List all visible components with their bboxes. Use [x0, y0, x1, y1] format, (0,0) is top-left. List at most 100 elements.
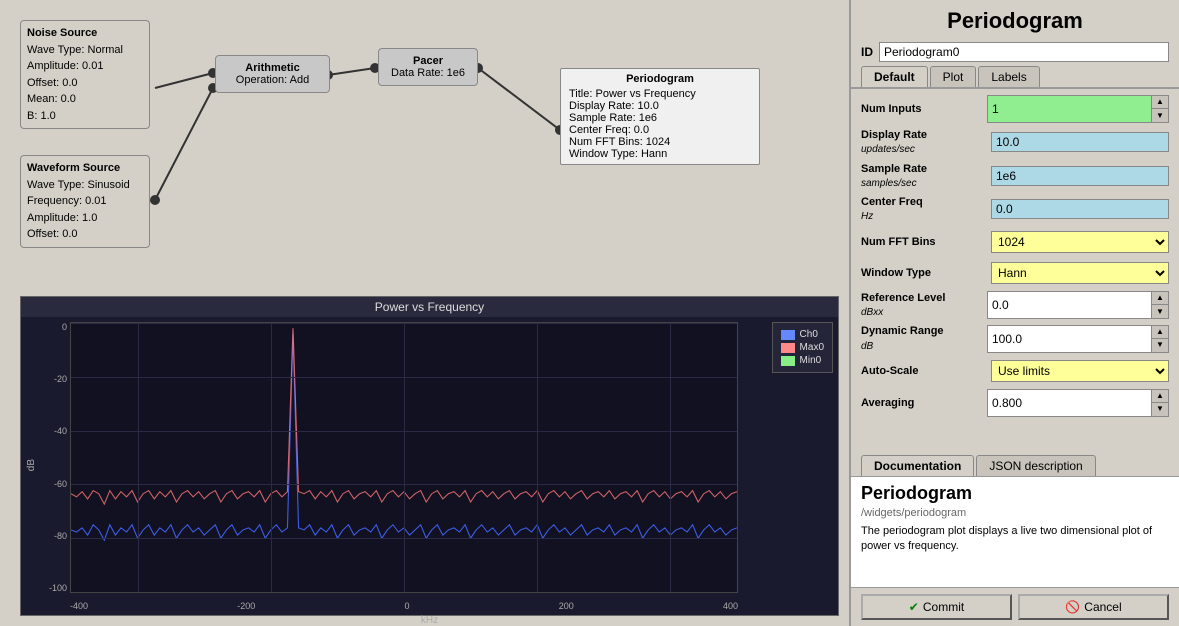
doc-tab-json[interactable]: JSON description: [976, 455, 1095, 476]
input-reference-level[interactable]: [988, 292, 1151, 318]
input-dynamic-range[interactable]: [988, 326, 1151, 352]
perio-line2: Display Rate: 10.0: [569, 100, 751, 112]
right-panel: Periodogram ID Default Plot Labels Num I…: [849, 0, 1179, 626]
arithmetic-op: Operation: Add: [226, 74, 319, 86]
prop-reference-level: Reference LeveldBxx ▲ ▼: [861, 291, 1169, 320]
chart-plot: [70, 322, 738, 593]
y-label-0: 0: [42, 322, 70, 332]
input-center-freq[interactable]: [991, 199, 1169, 219]
spin-down-ref-level[interactable]: ▼: [1152, 305, 1168, 318]
arithmetic-node[interactable]: Arithmetic Operation: Add: [215, 55, 330, 93]
noise-source-line2: Amplitude: 0.01: [27, 58, 143, 75]
bottom-buttons: ✔ Commit 🚫 Cancel: [851, 587, 1179, 626]
cancel-button[interactable]: 🚫 Cancel: [1018, 594, 1169, 620]
spin-down-num-inputs[interactable]: ▼: [1152, 109, 1168, 122]
label-sample-rate: Sample Ratesamples/sec: [861, 162, 991, 191]
waveform-line4: Offset: 0.0: [27, 226, 143, 243]
perio-line1: Title: Power vs Frequency: [569, 88, 751, 100]
spin-down-averaging[interactable]: ▼: [1152, 403, 1168, 416]
legend-ch0-color: [781, 330, 795, 340]
id-row: ID: [851, 40, 1179, 66]
doc-path: /widgets/periodogram: [861, 507, 1169, 519]
input-sample-rate[interactable]: [991, 166, 1169, 186]
waveform-source-node[interactable]: Waveform Source Wave Type: Sinusoid Freq…: [20, 155, 150, 248]
spinner-averaging[interactable]: ▲ ▼: [987, 389, 1169, 417]
prop-averaging: Averaging ▲ ▼: [861, 389, 1169, 417]
doc-tab-documentation[interactable]: Documentation: [861, 455, 974, 476]
legend-max0: Max0: [781, 342, 824, 353]
spin-up-averaging[interactable]: ▲: [1152, 390, 1168, 403]
label-num-inputs: Num Inputs: [861, 102, 987, 116]
legend-min0-label: Min0: [800, 355, 822, 366]
sublabel-center-freq: Hz: [861, 211, 873, 222]
y-label-80: -80: [42, 531, 70, 541]
periodogram-node-title: Periodogram: [569, 73, 751, 85]
waveform-line3: Amplitude: 1.0: [27, 210, 143, 227]
input-averaging[interactable]: [988, 390, 1151, 416]
x-label-200: 200: [559, 601, 574, 611]
spinner-reference-level[interactable]: ▲ ▼: [987, 291, 1169, 319]
input-num-inputs[interactable]: [988, 96, 1151, 122]
prop-auto-scale: Auto-Scale Use limits On Off: [861, 358, 1169, 384]
spin-up-dynamic-range[interactable]: ▲: [1152, 326, 1168, 339]
waveform-source-title: Waveform Source: [27, 160, 143, 177]
label-averaging: Averaging: [861, 396, 987, 410]
noise-source-line3: Offset: 0.0: [27, 75, 143, 92]
spin-up-num-inputs[interactable]: ▲: [1152, 96, 1168, 109]
x-label-0: 0: [404, 601, 409, 611]
chart-title: Power vs Frequency: [21, 297, 838, 317]
tab-default[interactable]: Default: [861, 66, 928, 87]
label-center-freq: Center FreqHz: [861, 195, 991, 224]
noise-source-line1: Wave Type: Normal: [27, 42, 143, 59]
legend-ch0-label: Ch0: [800, 329, 818, 340]
label-reference-level: Reference LeveldBxx: [861, 291, 987, 320]
id-input[interactable]: [879, 42, 1169, 62]
waveform-line1: Wave Type: Sinusoid: [27, 177, 143, 194]
perio-line3: Sample Rate: 1e6: [569, 112, 751, 124]
periodogram-node[interactable]: Periodogram Title: Power vs Frequency Di…: [560, 68, 760, 165]
tab-plot[interactable]: Plot: [930, 66, 977, 87]
noise-source-title: Noise Source: [27, 25, 143, 42]
spin-btns-averaging: ▲ ▼: [1151, 390, 1168, 416]
select-auto-scale[interactable]: Use limits On Off: [991, 360, 1169, 382]
properties-grid: Num Inputs ▲ ▼ Display Rateupdates/sec S…: [851, 89, 1179, 455]
chart-x-label: kHz: [21, 615, 838, 626]
chart-y-label: dB: [24, 459, 39, 471]
x-label-neg200: -200: [237, 601, 255, 611]
y-label-40: -40: [42, 426, 70, 436]
noise-source-line5: B: 1.0: [27, 108, 143, 125]
sublabel-dynamic-range: dB: [861, 341, 873, 352]
spin-up-ref-level[interactable]: ▲: [1152, 292, 1168, 305]
legend-ch0: Ch0: [781, 329, 824, 340]
panel-title: Periodogram: [851, 0, 1179, 40]
doc-content: Periodogram /widgets/periodogram The per…: [851, 477, 1179, 587]
label-window-type: Window Type: [861, 266, 991, 280]
select-fft-bins[interactable]: 1024 512 2048 4096: [991, 231, 1169, 253]
id-label: ID: [861, 45, 873, 59]
chart-legend: Ch0 Max0 Min0: [772, 322, 833, 373]
select-window-type[interactable]: Hann Hamming Blackman None: [991, 262, 1169, 284]
waveform-line2: Frequency: 0.01: [27, 193, 143, 210]
pacer-node[interactable]: Pacer Data Rate: 1e6: [378, 48, 478, 86]
input-display-rate[interactable]: [991, 132, 1169, 152]
spinner-dynamic-range[interactable]: ▲ ▼: [987, 325, 1169, 353]
cancel-icon: 🚫: [1065, 600, 1080, 614]
prop-sample-rate: Sample Ratesamples/sec: [861, 162, 1169, 191]
label-dynamic-range: Dynamic RangedB: [861, 324, 987, 353]
pacer-title: Pacer: [389, 55, 467, 67]
noise-source-node[interactable]: Noise Source Wave Type: Normal Amplitude…: [20, 20, 150, 129]
prop-num-inputs: Num Inputs ▲ ▼: [861, 95, 1169, 123]
legend-min0: Min0: [781, 355, 824, 366]
spin-btns-num-inputs: ▲ ▼: [1151, 96, 1168, 122]
tab-labels[interactable]: Labels: [978, 66, 1039, 87]
tabs-row: Default Plot Labels: [851, 66, 1179, 89]
commit-icon: ✔: [909, 600, 919, 614]
spinner-num-inputs[interactable]: ▲ ▼: [987, 95, 1169, 123]
spin-down-dynamic-range[interactable]: ▼: [1152, 339, 1168, 352]
prop-fft-bins: Num FFT Bins 1024 512 2048 4096: [861, 229, 1169, 255]
doc-heading: Periodogram: [861, 483, 1169, 504]
y-label-60: -60: [42, 479, 70, 489]
commit-button[interactable]: ✔ Commit: [861, 594, 1012, 620]
doc-tabs: Documentation JSON description: [851, 455, 1179, 477]
legend-max0-label: Max0: [800, 342, 824, 353]
